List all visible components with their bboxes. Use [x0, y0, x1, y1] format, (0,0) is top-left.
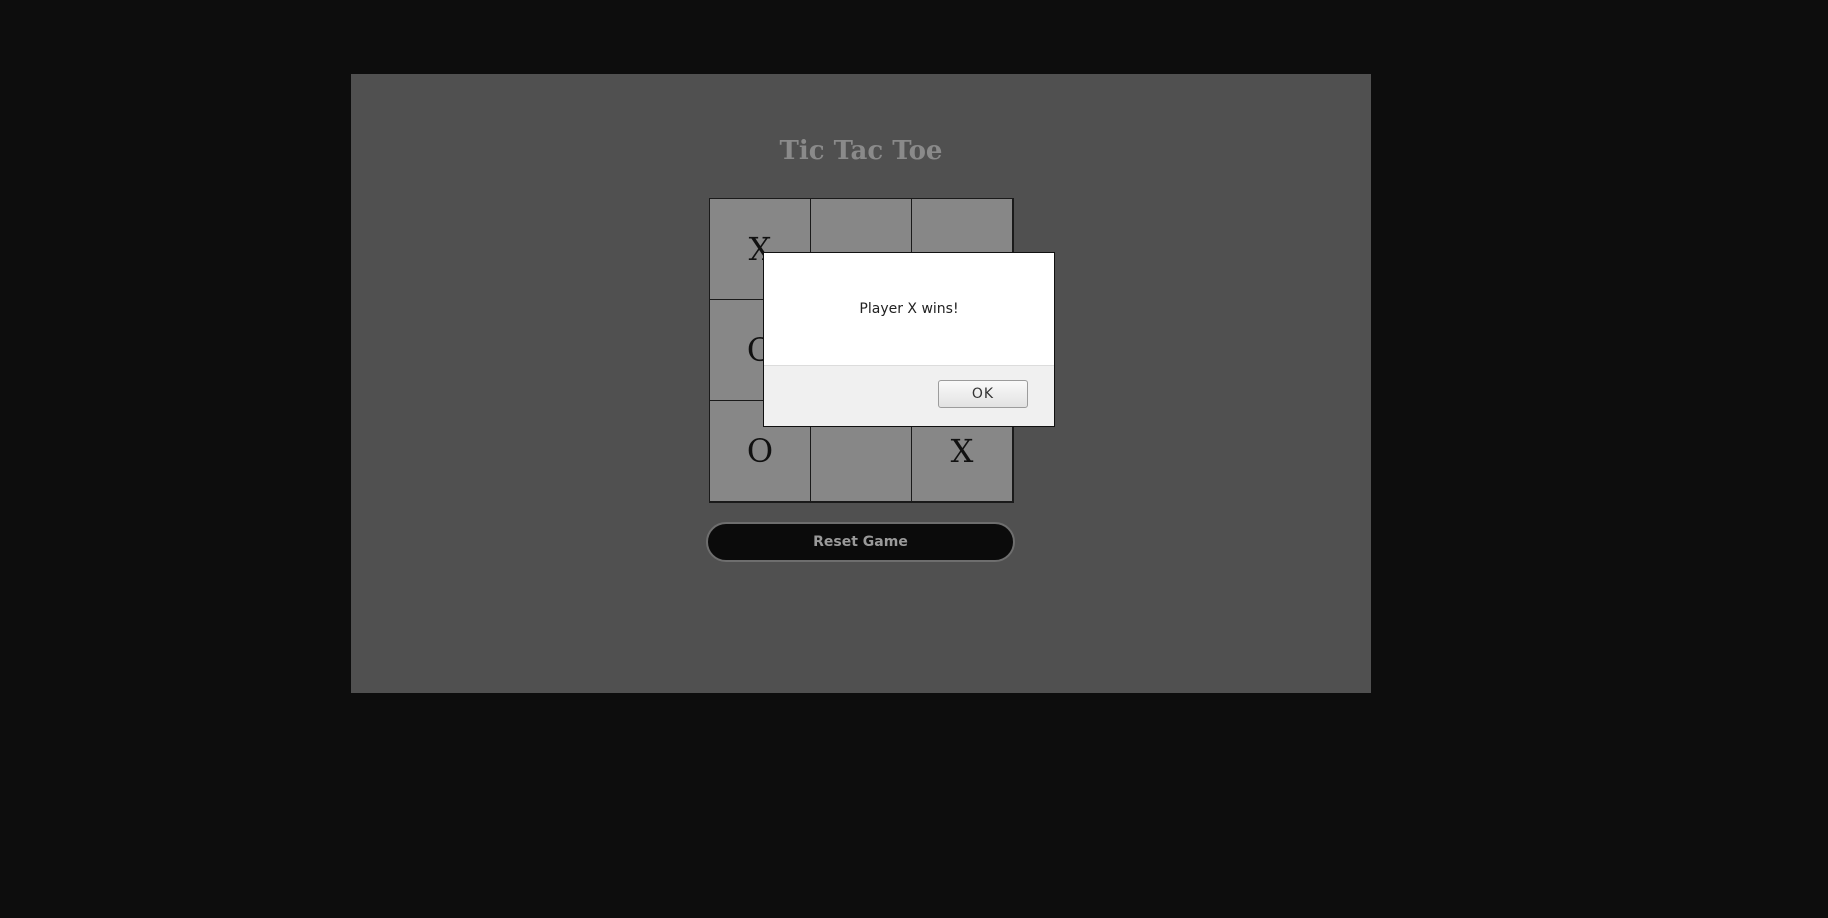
alert-footer: OK [764, 365, 1054, 426]
alert-dialog: Player X wins! OK [763, 252, 1055, 427]
reset-game-button[interactable]: Reset Game [706, 522, 1015, 562]
alert-message: Player X wins! [859, 301, 959, 317]
ok-button[interactable]: OK [938, 380, 1028, 408]
page-title: Tic Tac Toe [779, 136, 943, 166]
